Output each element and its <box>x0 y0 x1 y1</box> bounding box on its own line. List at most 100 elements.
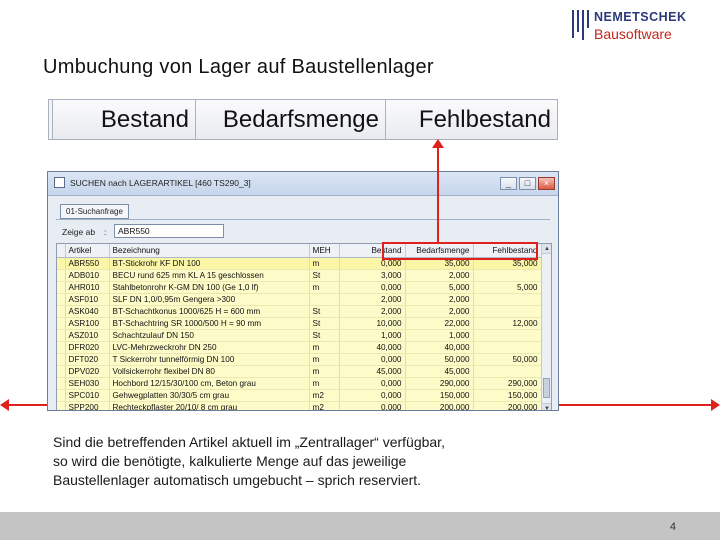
cell-fehlbestand <box>473 365 542 378</box>
cell-meh: m2 <box>309 389 340 402</box>
filter-colon: : <box>104 227 107 237</box>
column-header-bezeichnung[interactable]: Bezeichnung <box>109 244 310 258</box>
tab-suchanfrage[interactable]: 01-Suchanfrage <box>60 204 129 219</box>
row-selector[interactable] <box>57 365 66 378</box>
zoom-header-bestand: Bestand <box>53 100 196 139</box>
table-row[interactable]: ASF010 SLF DN 1,0/0,95m Gengera >300 2,0… <box>57 293 542 306</box>
arrow-right-line <box>559 404 711 406</box>
cell-artikel: ASF010 <box>65 293 110 306</box>
arrow-left-line <box>8 404 47 406</box>
window-titlebar[interactable]: SUCHEN nach LAGERARTIKEL [460 TS290_3] _… <box>48 172 558 196</box>
scrollbar-thumb[interactable] <box>543 378 550 398</box>
cell-artikel: ASR100 <box>65 317 110 330</box>
table-row[interactable]: ADB010 BECU rund 625 mm KL A 15 geschlos… <box>57 269 542 282</box>
cell-bestand: 10,000 <box>339 317 406 330</box>
cell-bezeichnung: T Sickerrohr tunnelförmig DN 100 <box>109 353 310 366</box>
table-row[interactable]: DFR020 LVC-Mehrzweckrohr DN 250 m 40,000… <box>57 341 542 354</box>
cell-bezeichnung: Hochbord 12/15/30/100 cm, Beton grau <box>109 377 310 390</box>
cell-bedarfsmenge: 50,000 <box>405 353 474 366</box>
zoom-header-fehlbestand: Fehlbestand <box>386 100 557 139</box>
cell-meh: St <box>309 329 340 342</box>
row-selector[interactable] <box>57 377 66 390</box>
cell-meh: m <box>309 257 340 270</box>
table-row[interactable]: SPC010 Gehwegplatten 30/30/5 cm grau m2 … <box>57 389 542 402</box>
arrow-right-icon <box>711 399 720 411</box>
explanation-line: Sind die betreffenden Artikel aktuell im… <box>53 434 445 450</box>
logo-subtitle: Bausoftware <box>594 26 672 42</box>
table-row[interactable]: DPV020 Vollsickerrohr flexibel DN 80 m 4… <box>57 365 542 378</box>
cell-fehlbestand <box>473 341 542 354</box>
zoomed-column-header: Bestand Bedarfsmenge Fehlbestand <box>48 99 558 140</box>
search-window: SUCHEN nach LAGERARTIKEL [460 TS290_3] _… <box>47 171 559 411</box>
cell-bedarfsmenge: 22,000 <box>405 317 474 330</box>
cell-bedarfsmenge: 1,000 <box>405 329 474 342</box>
cell-bestand: 0,000 <box>339 281 406 294</box>
row-selector[interactable] <box>57 269 66 282</box>
cell-fehlbestand: 50,000 <box>473 353 542 366</box>
show-from-input[interactable]: ABR550 <box>114 224 224 238</box>
row-selector[interactable] <box>57 293 66 306</box>
row-selector[interactable] <box>57 305 66 318</box>
cell-artikel: SPC010 <box>65 389 110 402</box>
article-grid: Artikel Bezeichnung MEH Bestand Bedarfsm… <box>56 243 552 410</box>
row-selector[interactable] <box>57 317 66 330</box>
cell-bezeichnung: LVC-Mehrzweckrohr DN 250 <box>109 341 310 354</box>
cell-bedarfsmenge: 2,000 <box>405 305 474 318</box>
maximize-button[interactable]: □ <box>519 177 536 190</box>
cell-meh: m2 <box>309 401 340 410</box>
cell-bedarfsmenge: 45,000 <box>405 365 474 378</box>
cell-bezeichnung: Stahlbetonrohr K-GM DN 100 (Ge 1,0 lf) <box>109 281 310 294</box>
cell-meh: m <box>309 377 340 390</box>
slide-title: Umbuchung von Lager auf Baustellenlager <box>43 56 434 78</box>
table-row[interactable]: ASZ010 Schachtzulauf DN 150 St 1,000 1,0… <box>57 329 542 342</box>
cell-bestand: 0,000 <box>339 389 406 402</box>
row-selector[interactable] <box>57 401 66 410</box>
column-header-artikel[interactable]: Artikel <box>65 244 110 258</box>
row-selector-header <box>57 244 66 258</box>
cell-artikel: ASZ010 <box>65 329 110 342</box>
logo-bars-icon <box>572 10 589 40</box>
cell-fehlbestand: 290,000 <box>473 377 542 390</box>
row-selector[interactable] <box>57 353 66 366</box>
row-selector[interactable] <box>57 389 66 402</box>
table-row[interactable]: SEH030 Hochbord 12/15/30/100 cm, Beton g… <box>57 377 542 390</box>
minimize-button[interactable]: _ <box>500 177 517 190</box>
cell-bedarfsmenge: 2,000 <box>405 269 474 282</box>
column-header-meh[interactable]: MEH <box>309 244 340 258</box>
row-selector[interactable] <box>57 341 66 354</box>
cell-bedarfsmenge: 200,000 <box>405 401 474 410</box>
row-selector[interactable] <box>57 257 66 270</box>
cell-bedarfsmenge: 40,000 <box>405 341 474 354</box>
cell-meh: m <box>309 353 340 366</box>
nemetschek-logo: NEMETSCHEK Bausoftware <box>572 6 712 48</box>
table-row[interactable]: ASR100 BT-Schachtring SR 1000/500 H = 90… <box>57 317 542 330</box>
cell-fehlbestand: 200,000 <box>473 401 542 410</box>
vertical-scrollbar[interactable]: ▲ ▼ <box>541 244 551 410</box>
table-row[interactable]: ASK040 BT-Schachtkonus 1000/625 H = 600 … <box>57 305 542 318</box>
page-number: 4 <box>669 521 676 533</box>
cell-fehlbestand <box>473 293 542 306</box>
cell-bestand: 3,000 <box>339 269 406 282</box>
cell-artikel: ABR550 <box>65 257 110 270</box>
cell-bezeichnung: BECU rund 625 mm KL A 15 geschlossen <box>109 269 310 282</box>
cell-bestand: 45,000 <box>339 365 406 378</box>
row-selector[interactable] <box>57 329 66 342</box>
scroll-up-icon[interactable]: ▲ <box>542 244 551 254</box>
explanation-text: Sind die betreffenden Artikel aktuell im… <box>53 433 553 490</box>
arrow-up-line <box>437 146 439 242</box>
scroll-down-icon[interactable]: ▼ <box>542 403 551 410</box>
row-selector[interactable] <box>57 281 66 294</box>
table-row[interactable]: AHR010 Stahlbetonrohr K-GM DN 100 (Ge 1,… <box>57 281 542 294</box>
table-row[interactable]: SPP200 Rechteckpflaster 20/10/ 8 cm grau… <box>57 401 542 410</box>
article-table: Artikel Bezeichnung MEH Bestand Bedarfsm… <box>57 244 542 410</box>
cell-bestand: 2,000 <box>339 293 406 306</box>
window-app-icon <box>54 177 65 188</box>
table-row[interactable]: DFT020 T Sickerrohr tunnelförmig DN 100 … <box>57 353 542 366</box>
cell-artikel: AHR010 <box>65 281 110 294</box>
cell-bestand: 0,000 <box>339 377 406 390</box>
cell-artikel: ADB010 <box>65 269 110 282</box>
cell-meh: St <box>309 317 340 330</box>
close-button[interactable]: × <box>538 177 555 190</box>
cell-fehlbestand <box>473 329 542 342</box>
cell-meh: m <box>309 341 340 354</box>
